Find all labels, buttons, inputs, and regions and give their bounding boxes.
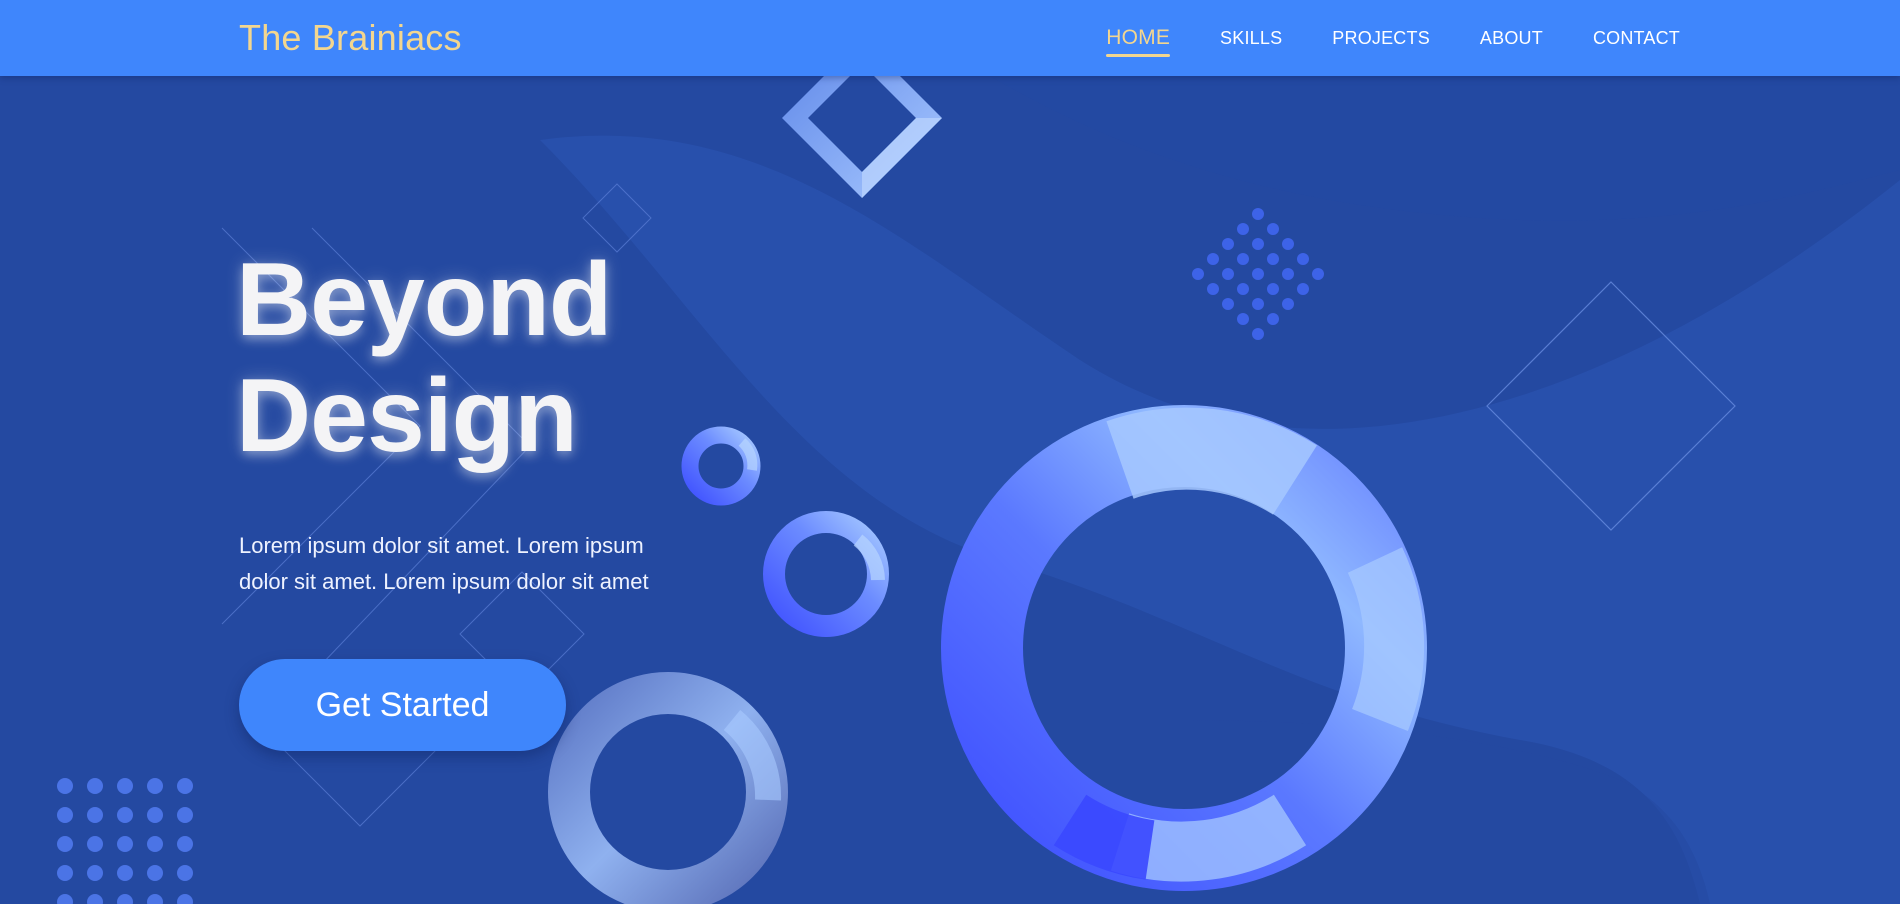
nav-link-projects[interactable]: PROJECTS xyxy=(1332,28,1430,48)
hero-title-line-1: Beyond xyxy=(236,242,612,358)
hero-title-line-2: Design xyxy=(236,358,578,474)
brand-logo-link[interactable]: The Brainiacs xyxy=(239,16,462,60)
dot-grid-pattern xyxy=(57,778,193,904)
ring-small-2 xyxy=(763,511,889,637)
nav-item-home: HOME xyxy=(1056,26,1171,57)
landing-page: The Brainiacs HOME SKILLS PROJECTS ABOUT… xyxy=(0,0,1900,904)
hero-description: Lorem ipsum dolor sit amet. Lorem ipsum … xyxy=(239,533,649,594)
active-nav-indicator xyxy=(1106,54,1171,57)
bg-wave-top-right xyxy=(990,76,1900,221)
nav-item-about: ABOUT xyxy=(1430,28,1543,49)
nav-menu: HOME SKILLS PROJECTS ABOUT CONTACT xyxy=(1056,0,1680,76)
nav-item-contact: CONTACT xyxy=(1543,28,1680,49)
get-started-button[interactable]: Get Started xyxy=(239,659,566,751)
nav-link-about[interactable]: ABOUT xyxy=(1480,28,1543,48)
ring-medium-bottom xyxy=(548,672,788,904)
nav-link-skills[interactable]: SKILLS xyxy=(1220,28,1282,48)
ring-small-1 xyxy=(681,426,761,506)
top-navbar: The Brainiacs HOME SKILLS PROJECTS ABOUT… xyxy=(0,0,1900,76)
dot-diamond-pattern xyxy=(1192,208,1324,340)
nav-link-home[interactable]: HOME xyxy=(1106,26,1171,57)
nav-link-contact[interactable]: CONTACT xyxy=(1593,28,1680,48)
nav-link-home-label: HOME xyxy=(1106,26,1171,49)
nav-item-skills: SKILLS xyxy=(1170,28,1282,49)
hero-title: Beyond Design xyxy=(236,242,612,474)
nav-item-projects: PROJECTS xyxy=(1282,28,1430,49)
